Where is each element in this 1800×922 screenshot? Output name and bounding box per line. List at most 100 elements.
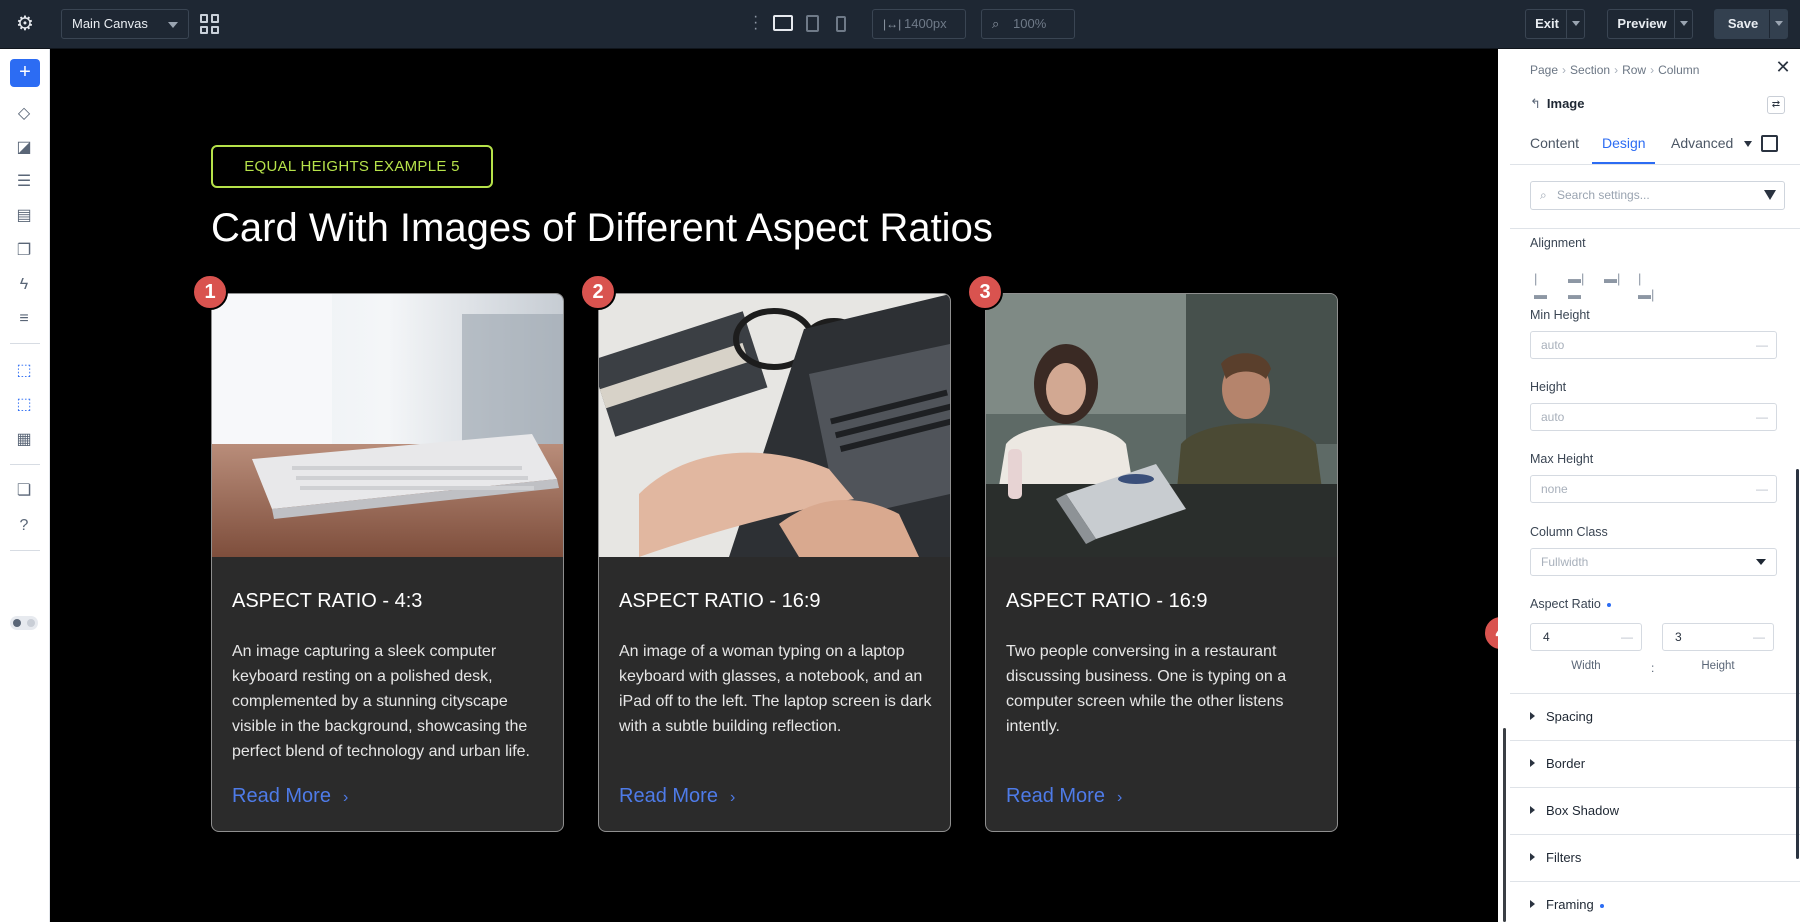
- exit-button[interactable]: Exit: [1525, 9, 1585, 39]
- module-title-label: Image: [1546, 96, 1585, 111]
- section-border-label: Border: [1546, 756, 1586, 771]
- height-input[interactable]: auto —: [1530, 403, 1777, 431]
- min-height-input[interactable]: auto —: [1530, 331, 1777, 359]
- save-dropdown-icon[interactable]: [1769, 10, 1787, 38]
- section-filters-label: Filters: [1546, 850, 1582, 865]
- card-description: An image capturing a sleek computer keyb…: [232, 643, 530, 760]
- callout-badge-3: 3: [967, 274, 1003, 310]
- preview-button[interactable]: Preview: [1607, 9, 1693, 39]
- settings-search-input[interactable]: ⌕ Search settings...: [1530, 181, 1785, 210]
- aspect-height-input[interactable]: 3—: [1662, 623, 1774, 651]
- tab-content[interactable]: Content: [1530, 135, 1579, 151]
- tabs-divider: [1510, 164, 1800, 165]
- breadcrumb-section[interactable]: Section: [1570, 63, 1610, 77]
- module-settings-icon[interactable]: ⇄: [1767, 96, 1785, 114]
- read-more-link[interactable]: Read More ›: [1006, 782, 1122, 812]
- column-class-select[interactable]: Fullwidth: [1530, 548, 1777, 576]
- read-more-label: Read More: [232, 785, 331, 807]
- tab-advanced[interactable]: Advanced: [1671, 135, 1733, 151]
- settings-gear-icon[interactable]: ⚙: [14, 13, 36, 35]
- keyboard-image: [212, 294, 563, 557]
- align-justify-icon[interactable]: |▬|: [1638, 271, 1654, 302]
- breadcrumb-row[interactable]: Row: [1622, 63, 1646, 77]
- callout-badge-1: 1: [192, 274, 228, 310]
- layers-icon[interactable]: ◇: [14, 104, 34, 124]
- add-element-button[interactable]: +: [10, 59, 40, 87]
- preview-dropdown-icon[interactable]: [1674, 10, 1692, 38]
- max-height-value: none: [1541, 482, 1568, 496]
- exit-dropdown-icon[interactable]: [1566, 10, 1584, 38]
- settings-panel: Page › Section › Row › Column ✕ ↰ Image ⇄ Conte…: [1510, 49, 1800, 922]
- section-spacing-label: Spacing: [1546, 709, 1593, 724]
- forms-icon[interactable]: ▤: [14, 206, 34, 226]
- breadcrumb-column[interactable]: Column: [1658, 63, 1699, 77]
- sidebar-divider: [10, 550, 40, 551]
- design-library-icon[interactable]: ◪: [14, 138, 34, 158]
- section-framing[interactable]: Framing: [1510, 881, 1800, 922]
- max-height-label: Max Height: [1530, 452, 1594, 466]
- card-title: ASPECT RATIO - 4:3: [232, 590, 423, 612]
- tabs-dropdown-icon[interactable]: [1744, 141, 1752, 147]
- meeting-photo: [986, 294, 1337, 557]
- max-height-input[interactable]: none —: [1530, 475, 1777, 503]
- back-arrow-icon[interactable]: ↰: [1530, 96, 1541, 111]
- zoom-input[interactable]: ⌕ 100%: [981, 9, 1075, 39]
- width-arrows-icon: |↔|: [883, 17, 902, 31]
- aspect-colon: :: [1651, 661, 1655, 675]
- caret-right-icon: [1530, 806, 1535, 814]
- pages-icon[interactable]: ❐: [14, 241, 34, 261]
- align-center-icon[interactable]: ▬|▬: [1568, 271, 1584, 302]
- read-more-link[interactable]: Read More ›: [232, 782, 348, 812]
- save-label: Save: [1727, 16, 1759, 31]
- theme-toggle[interactable]: [10, 616, 38, 630]
- align-right-icon[interactable]: ▬|: [1604, 271, 1620, 287]
- tab-design[interactable]: Design: [1602, 135, 1646, 151]
- chevron-down-icon: [168, 22, 178, 28]
- height-label: Height: [1530, 380, 1567, 394]
- search-icon: ⌕: [1540, 188, 1547, 202]
- select-module-icon[interactable]: ⬚: [14, 361, 34, 381]
- desktop-view-icon[interactable]: [773, 15, 793, 31]
- canvas-select[interactable]: Main Canvas: [61, 9, 189, 39]
- canvas-width-input[interactable]: |↔| 1400px: [872, 9, 966, 39]
- caret-right-icon: [1530, 900, 1535, 908]
- align-left-icon[interactable]: |▬: [1534, 271, 1550, 302]
- tablet-view-icon[interactable]: [806, 15, 819, 32]
- breadcrumb: Page › Section › Row › Column: [1530, 63, 1700, 77]
- templates-icon[interactable]: ▦: [14, 430, 34, 450]
- select-multiple-icon[interactable]: ⬚: [14, 395, 34, 415]
- list-icon[interactable]: ≡: [14, 309, 34, 329]
- read-more-label: Read More: [619, 785, 718, 807]
- database-icon[interactable]: ☰: [14, 172, 34, 192]
- card-title: ASPECT RATIO - 16:9: [1006, 590, 1208, 612]
- callout-badge-4: 4: [1483, 615, 1498, 651]
- more-vertical-icon[interactable]: · · ·: [753, 9, 758, 37]
- aspect-height-value: 3: [1675, 630, 1682, 644]
- section-spacing[interactable]: Spacing: [1510, 693, 1800, 740]
- frame-icon[interactable]: [1761, 135, 1778, 152]
- save-button[interactable]: Save: [1714, 9, 1788, 39]
- section-border[interactable]: Border: [1510, 740, 1800, 787]
- card-1: ASPECT RATIO - 4:3 An image capturing a …: [211, 293, 564, 832]
- panel-scrollbar[interactable]: [1796, 469, 1799, 859]
- grid-view-icon[interactable]: [200, 14, 220, 34]
- chevron-right-icon: ›: [729, 789, 736, 806]
- chevron-right-icon: ›: [342, 789, 349, 806]
- section-filters[interactable]: Filters: [1510, 834, 1800, 881]
- zoom-value: 100%: [1013, 16, 1047, 31]
- canvas-scrollbar[interactable]: [1503, 728, 1506, 922]
- aspect-width-value: 4: [1543, 630, 1550, 644]
- section-box-shadow[interactable]: Box Shadow: [1510, 787, 1800, 834]
- lightning-icon[interactable]: ϟ: [14, 275, 34, 295]
- magnifier-icon: ⌕: [992, 16, 1000, 31]
- breadcrumb-page[interactable]: Page: [1530, 63, 1558, 77]
- left-sidebar: + ◇ ◪ ☰ ▤ ❐ ϟ ≡ ⬚ ⬚ ▦ ❏ ?: [0, 49, 50, 922]
- aspect-width-input[interactable]: 4—: [1530, 623, 1642, 651]
- help-icon[interactable]: ?: [14, 516, 34, 536]
- filter-icon[interactable]: [1764, 190, 1776, 200]
- read-more-link[interactable]: Read More ›: [619, 782, 735, 812]
- sidebar-divider: [10, 343, 40, 344]
- phone-view-icon[interactable]: [836, 16, 846, 32]
- close-icon[interactable]: ✕: [1775, 58, 1791, 76]
- windows-icon[interactable]: ❏: [14, 481, 34, 501]
